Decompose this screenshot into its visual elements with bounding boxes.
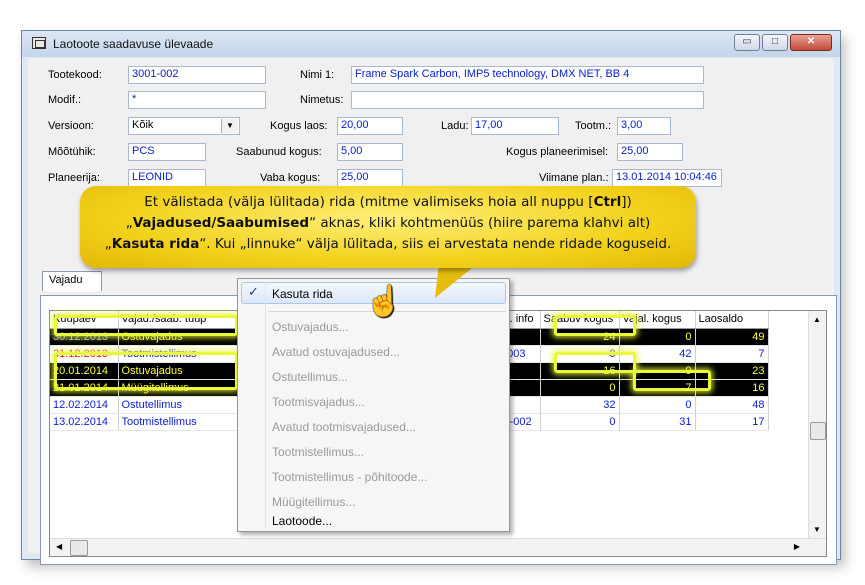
menu-item-ostutellimus[interactable]: Ostutellimus...: [272, 370, 348, 384]
viimane-plan-label: Viimane plan.:: [539, 172, 609, 184]
viimane-plan-field[interactable]: 13.01.2014 10:04:46: [612, 169, 722, 187]
saabunud-kogus-field[interactable]: 5,00: [337, 143, 403, 161]
grid-cell-incoming[interactable]: 32: [540, 396, 620, 414]
checkmark-icon: ✓: [248, 284, 259, 299]
tootekood-field[interactable]: 3001-002: [128, 66, 266, 84]
versioon-label: Versioon:: [48, 120, 94, 132]
vscroll-thumb[interactable]: [810, 422, 826, 440]
grid-cell-date[interactable]: 12.02.2014: [50, 396, 119, 414]
scroll-down-icon[interactable]: ▼: [813, 525, 821, 534]
scroll-up-icon[interactable]: ▲: [813, 315, 821, 324]
nimi1-label: Nimi 1:: [300, 69, 335, 81]
maximize-button[interactable]: □: [762, 34, 788, 51]
highlight-incoming-1: [554, 315, 636, 336]
ladu-field[interactable]: 17,00: [471, 117, 559, 135]
callout-text: Et välistada (välja lülitada) rida (mitm…: [88, 192, 688, 255]
menu-item-avatud-tootmisvajadused[interactable]: Avatud tootmisvajadused...: [272, 420, 416, 434]
callout-line-3: „Kasuta rida“. Kui „linnuke“ välja lülit…: [88, 234, 688, 255]
menu-item-tootmisvajadus[interactable]: Tootmisvajadus...: [272, 395, 365, 409]
kogus-laos-label: Kogus laos:: [270, 120, 328, 132]
vaba-kogus-field[interactable]: 25,00: [337, 169, 403, 187]
window-title: Laotoote saadavuse ülevaade: [53, 37, 214, 51]
highlight-rows-3-4: [54, 352, 238, 390]
menu-item-ostuvajadus[interactable]: Ostuvajadus...: [272, 320, 349, 334]
callout-text-part: “. Kui „linnuke“ välja lülitada, siis ei…: [199, 236, 672, 252]
minimize-button[interactable]: ▭: [734, 34, 760, 51]
mootuhik-field[interactable]: PCS: [128, 143, 206, 161]
callout-text-part: “ aknas, kliki kohtmenüüs (hiire parema …: [309, 215, 651, 231]
tab-vajadused[interactable]: Vajadu: [42, 271, 102, 291]
menu-item-avatud-ostuvajadused[interactable]: Avatud ostuvajadused...: [272, 345, 400, 359]
callout-line-1: Et välistada (välja lülitada) rida (mitm…: [88, 192, 688, 213]
grid-vertical-scrollbar[interactable]: ▲ ▼: [808, 311, 826, 556]
grid-cell-balance[interactable]: 49: [695, 328, 769, 346]
mootuhik-label: Mõõtühik:: [48, 146, 96, 158]
grid-cell-type[interactable]: Tootmistellimus: [118, 413, 239, 431]
scroll-left-icon[interactable]: ◀: [56, 542, 62, 551]
chevron-down-icon[interactable]: ▼: [221, 119, 238, 133]
tootekood-label: Tootekood:: [48, 69, 102, 81]
grid-cell-balance[interactable]: 17: [695, 413, 769, 431]
grid-cell-date[interactable]: 13.02.2014: [50, 413, 119, 431]
grid-cell-balance[interactable]: 7: [695, 345, 769, 363]
menu-item-muugitellimus[interactable]: Müügitellimus...: [272, 495, 355, 509]
hand-cursor-icon: ☝: [365, 285, 403, 318]
menu-item-tootmistellimus-pohitoode[interactable]: Tootmistellimus - põhitoode...: [272, 470, 427, 484]
grid-cell-balance[interactable]: 48: [695, 396, 769, 414]
callout-bold-part: Ctrl: [593, 194, 622, 210]
grid-cell-type[interactable]: Ostutellimus: [118, 396, 239, 414]
kogus-planeerimisel-field[interactable]: 25,00: [617, 143, 683, 161]
nimetus-label: Nimetus:: [300, 94, 344, 106]
menu-gutter: [265, 282, 266, 528]
versioon-value: Kõik: [132, 119, 154, 131]
callout-line-2: „Vajadused/Saabumised“ aknas, kliki koht…: [88, 213, 688, 234]
grid-horizontal-scrollbar[interactable]: ◀ ▶: [50, 538, 826, 556]
versioon-select[interactable]: Kõik ▼: [128, 117, 240, 135]
callout-text-part: ]): [621, 194, 632, 210]
planeerija-label: Planeerija:: [48, 172, 100, 184]
nimi1-field[interactable]: Frame Spark Carbon, IMP5 technology, DMX…: [351, 66, 704, 84]
grid-cell-incoming[interactable]: 0: [540, 413, 620, 431]
title-bar[interactable]: Laotoote saadavuse ülevaade ▭ □ ✕: [22, 31, 840, 57]
modif-field[interactable]: *: [128, 91, 266, 109]
saabunud-kogus-label: Saabunud kogus:: [236, 146, 322, 158]
callout-bold-part: Kasuta rida: [111, 236, 200, 252]
grid-cell-incoming[interactable]: 0: [540, 379, 620, 397]
callout-bold-part: Vajadused/Saabumised: [132, 215, 310, 231]
close-button[interactable]: ✕: [790, 34, 832, 51]
modif-label: Modif.:: [48, 94, 82, 106]
ladu-label: Ladu:: [441, 120, 469, 132]
highlight-needed-4: [633, 370, 711, 391]
highlight-row-1: [54, 315, 238, 336]
callout-text-part: „: [104, 236, 112, 252]
hscroll-thumb[interactable]: [70, 540, 88, 556]
grid-cell-needed[interactable]: 0: [619, 396, 696, 414]
tootm-field[interactable]: 3,00: [617, 117, 671, 135]
vaba-kogus-label: Vaba kogus:: [260, 172, 321, 184]
callout-text-part: Et välistada (välja lülitada) rida (mitm…: [144, 194, 594, 210]
kogus-planeerimisel-label: Kogus planeerimisel:: [506, 146, 609, 158]
app-icon: [32, 37, 46, 49]
highlight-incoming-3: [554, 352, 636, 373]
menu-item-tootmistellimus[interactable]: Tootmistellimus...: [272, 445, 364, 459]
col-header-balance[interactable]: Laosaldo: [695, 311, 769, 329]
menu-item-laotoode[interactable]: Laotoode...: [272, 514, 332, 528]
nimetus-field[interactable]: [351, 91, 704, 109]
menu-item-kasuta-rida[interactable]: Kasuta rida: [272, 287, 333, 301]
tootm-label: Tootm.:: [575, 120, 612, 132]
kogus-laos-field[interactable]: 20,00: [337, 117, 403, 135]
callout-text-part: „: [125, 215, 133, 231]
planeerija-field[interactable]: LEONID: [128, 169, 206, 187]
scroll-right-icon[interactable]: ▶: [794, 542, 800, 551]
grid-cell-needed[interactable]: 31: [619, 413, 696, 431]
